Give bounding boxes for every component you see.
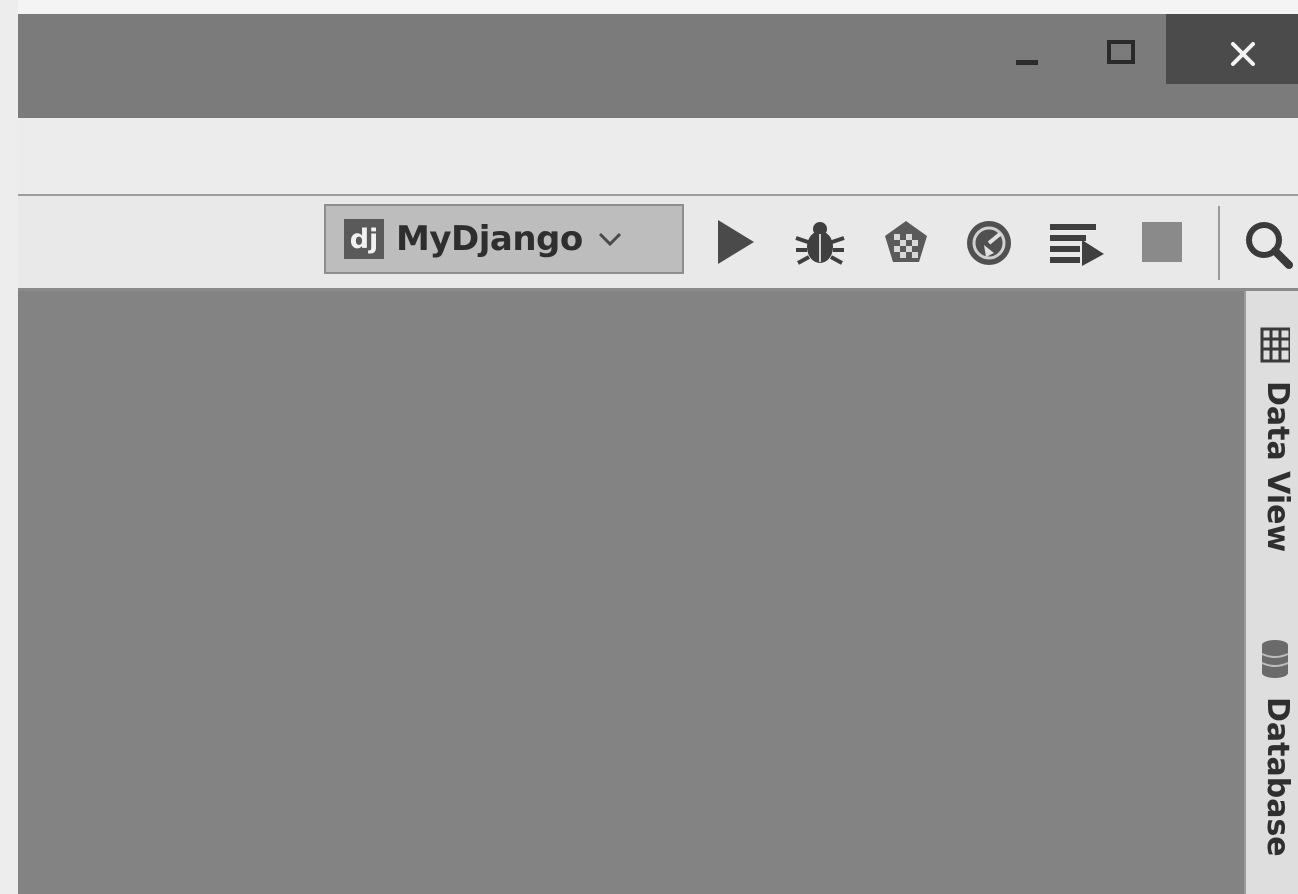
- run-icon[interactable]: [714, 218, 758, 266]
- title-bar[interactable]: [18, 14, 1298, 118]
- minimize-button[interactable]: [996, 14, 1056, 84]
- run-configuration-label: MyDjango: [396, 219, 583, 259]
- coverage-icon[interactable]: [880, 218, 932, 268]
- tab-data-view[interactable]: Data View: [1246, 327, 1298, 607]
- tab-database[interactable]: Database: [1246, 639, 1298, 894]
- ide-window: dj MyDjango Data View Database: [0, 0, 1298, 894]
- toolbar-separator: [1218, 206, 1220, 280]
- menu-bar: [18, 118, 1298, 196]
- chevron-down-icon: [598, 232, 621, 247]
- maximize-button[interactable]: [1098, 14, 1158, 84]
- close-icon: [1231, 42, 1255, 66]
- django-icon: dj: [344, 219, 384, 259]
- concurrency-icon[interactable]: [1048, 218, 1106, 268]
- window-edge: [0, 0, 18, 894]
- tab-database-label: Database: [1260, 697, 1295, 857]
- editor-area[interactable]: [18, 291, 1244, 894]
- close-button[interactable]: [1166, 14, 1298, 84]
- table-icon: [1260, 327, 1290, 363]
- right-tool-strip: Data View Database: [1244, 291, 1298, 894]
- run-configuration-selector[interactable]: dj MyDjango: [324, 204, 684, 274]
- debug-icon[interactable]: [794, 218, 846, 268]
- stop-icon[interactable]: [1138, 218, 1186, 266]
- database-icon: [1261, 640, 1289, 678]
- main-toolbar: dj MyDjango: [18, 196, 1298, 291]
- tab-data-view-label: Data View: [1260, 381, 1295, 553]
- search-icon[interactable]: [1242, 218, 1298, 270]
- profile-icon[interactable]: [962, 218, 1016, 268]
